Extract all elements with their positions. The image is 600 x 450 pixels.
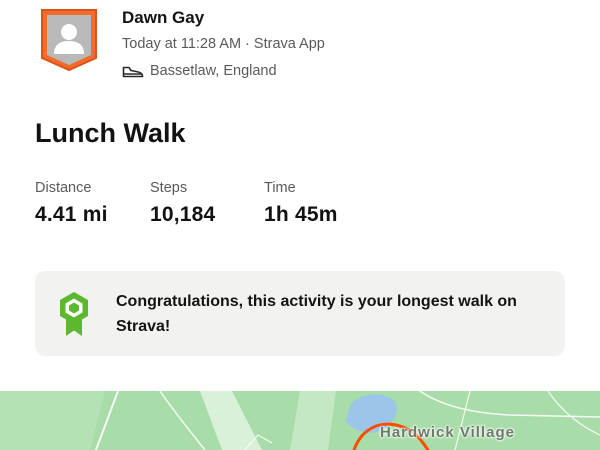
stat-time: Time 1h 45m [264, 180, 338, 227]
stat-steps-value: 10,184 [150, 203, 216, 226]
achievement-badge-icon [60, 292, 88, 336]
activity-title: Lunch Walk [35, 118, 186, 148]
map-place-label: Hardwick Village [380, 424, 515, 441]
location-text: Bassetlaw, England [150, 63, 277, 79]
stat-time-label: Time [264, 180, 296, 196]
stat-distance-value: 4.41 mi [35, 203, 108, 226]
activity-meta: Today at 11:28 AM · Strava App [122, 36, 325, 52]
stat-steps-label: Steps [150, 180, 188, 196]
location-row: Bassetlaw, England [122, 63, 277, 79]
route-map[interactable]: Hardwick Village [0, 391, 600, 450]
stat-steps: Steps 10,184 [150, 180, 215, 227]
achievement-card[interactable]: Congratulations, this activity is your l… [35, 271, 565, 356]
athlete-name[interactable]: Dawn Gay [122, 8, 204, 28]
stat-distance-label: Distance [35, 180, 92, 196]
stat-time-value: 1h 45m [264, 203, 338, 226]
map-background [0, 391, 600, 450]
stat-distance: Distance 4.41 mi [35, 180, 108, 227]
avatar-placeholder-icon [41, 9, 97, 72]
avatar[interactable] [40, 8, 98, 72]
shoe-icon [122, 66, 144, 78]
activity-page: Dawn Gay Today at 11:28 AM · Strava App … [0, 0, 600, 450]
achievement-text: Congratulations, this activity is your l… [116, 293, 517, 335]
